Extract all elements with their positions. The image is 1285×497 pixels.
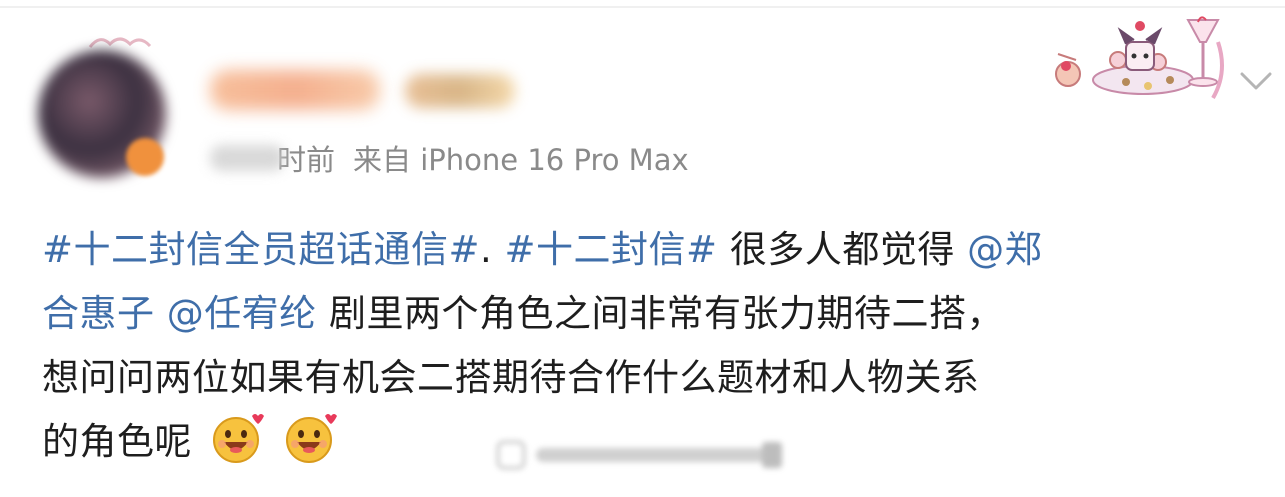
- member-badge[interactable]: [405, 74, 515, 108]
- mention-link[interactable]: @任宥纶: [167, 292, 317, 335]
- space-text: [155, 292, 167, 335]
- body-text: 很多人都觉得: [717, 228, 968, 271]
- post-meta: 时前 来自 iPhone 16 Pro Max: [210, 138, 689, 178]
- post-source: 来自 iPhone 16 Pro Max: [353, 143, 689, 177]
- happy-face-emoji-icon: [285, 414, 337, 463]
- happy-face-emoji-icon: [213, 414, 265, 463]
- body-text: 剧里两个角色之间非常有张力期待二搭，: [316, 292, 1005, 335]
- post-line: 想问问两位如果有机会二搭期待合作什么题材和人物关系: [42, 346, 1257, 410]
- post-line: #十二封信全员超话通信#. #十二封信# 很多人都觉得 @郑: [42, 218, 1257, 282]
- body-text: 的角色呢: [42, 420, 192, 463]
- topic-link[interactable]: #十二封信#: [505, 228, 718, 271]
- mention-link[interactable]: 合惠子: [42, 292, 155, 335]
- post-line: 合惠子 @任宥纶 剧里两个角色之间非常有张力期待二搭，: [42, 282, 1257, 346]
- top-divider: [0, 6, 1285, 8]
- mention-link[interactable]: @郑: [967, 228, 1042, 271]
- dessert-sticker-icon: [1055, 16, 1224, 99]
- verified-badge: [126, 138, 164, 176]
- blurred-watermark: [496, 440, 782, 470]
- chevron-down-icon[interactable]: [1236, 66, 1276, 96]
- time-blur: [210, 145, 285, 171]
- post-time: 时前: [277, 143, 336, 177]
- body-text: 想问问两位如果有机会二搭期待合作什么题材和人物关系: [42, 356, 980, 399]
- avatar-decoration-icon: [88, 37, 152, 48]
- separator-text: .: [480, 228, 505, 271]
- author-name[interactable]: [210, 70, 380, 110]
- topic-link[interactable]: #十二封信全员超话通信#: [42, 228, 480, 271]
